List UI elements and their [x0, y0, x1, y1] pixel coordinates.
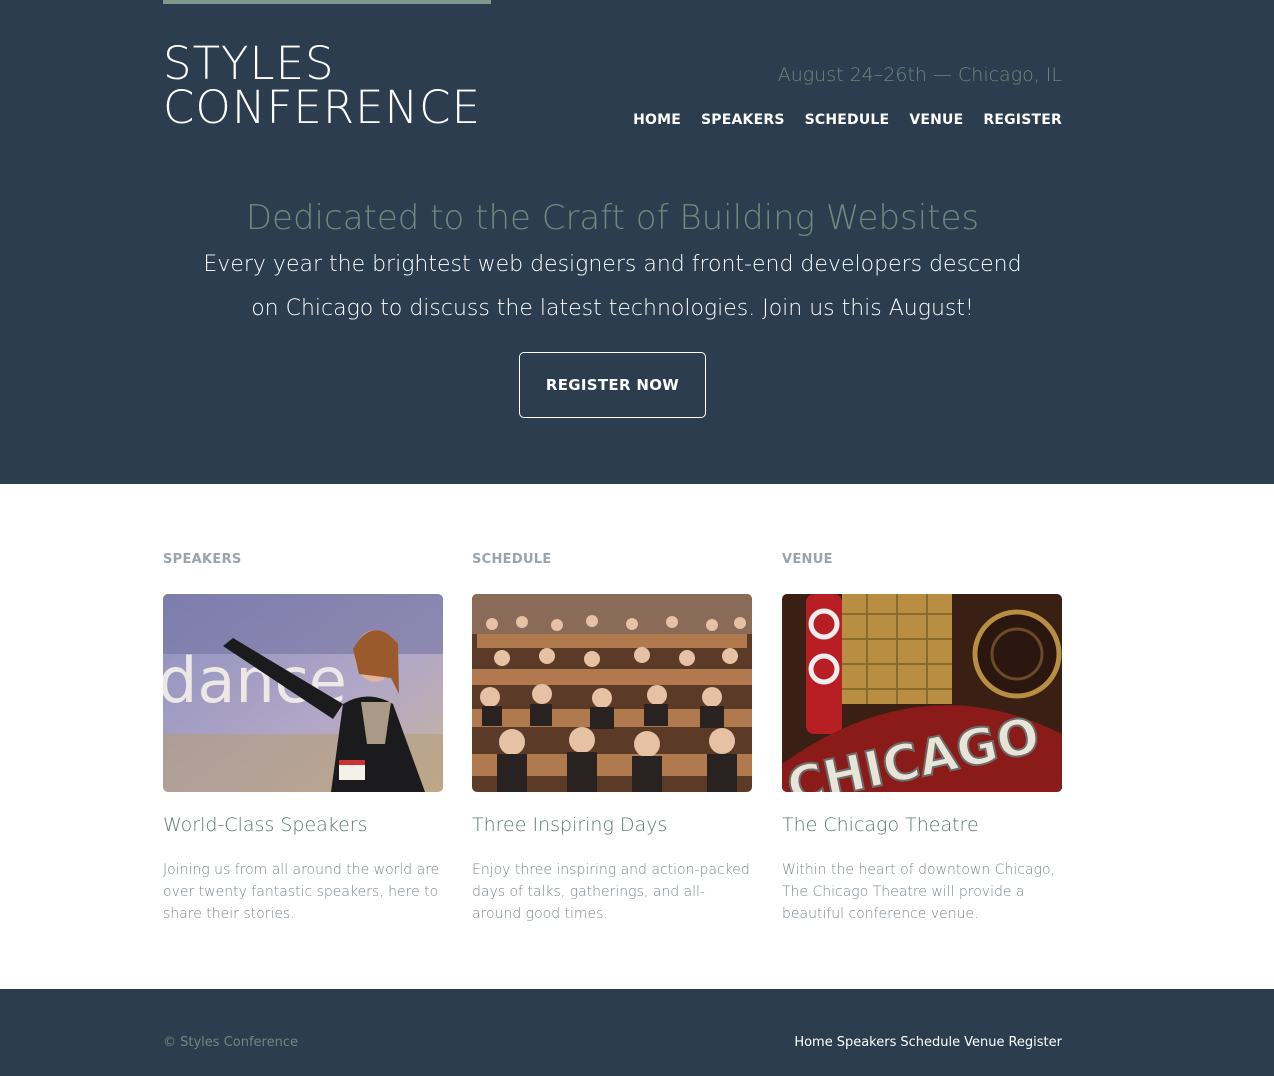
- primary-nav: HOME SPEAKERS SCHEDULE VENUE REGISTER: [633, 112, 1062, 128]
- audience-photo-image: [472, 594, 752, 792]
- card-label: VENUE: [782, 552, 833, 567]
- nav-home[interactable]: HOME: [633, 112, 681, 128]
- theatre-photo[interactable]: CHICAGO: [782, 594, 1062, 792]
- site-footer: © Styles Conference Home Speakers Schedu…: [0, 989, 1274, 1076]
- speaker-photo[interactable]: dance: [163, 594, 443, 792]
- event-tagline: August 24–26th — Chicago, IL: [777, 64, 1062, 86]
- venue-card: VENUE CHICAGO The Chicago Theatre Within…: [782, 552, 1062, 922]
- card-description: Joining us from all around the world are…: [163, 862, 440, 922]
- card-description: Within the heart of downtown Chicago, Th…: [782, 862, 1055, 922]
- audience-photo[interactable]: [472, 594, 752, 792]
- nav-venue[interactable]: VENUE: [909, 112, 963, 128]
- footer-nav: Home Speakers Schedule Venue Register: [794, 1035, 1062, 1050]
- footer-nav-speakers[interactable]: Speakers: [837, 1035, 897, 1050]
- nav-register[interactable]: REGISTER: [983, 112, 1062, 128]
- site-logo[interactable]: STYLES CONFERENCE: [163, 37, 503, 134]
- theatre-photo-image: CHICAGO: [782, 594, 1062, 792]
- speakers-card: SPEAKERS dance World-Class Speakers Join…: [163, 552, 443, 922]
- footer-nav-venue[interactable]: Venue: [964, 1035, 1004, 1050]
- site-header: STYLES CONFERENCE August 24–26th — Chica…: [0, 0, 1274, 484]
- card-title[interactable]: World-Class Speakers: [163, 814, 443, 836]
- card-label: SCHEDULE: [472, 552, 552, 567]
- card-label: SPEAKERS: [163, 552, 242, 567]
- footer-nav-home[interactable]: Home: [794, 1035, 832, 1050]
- copyright-text: © Styles Conference: [163, 1035, 298, 1050]
- accent-bar: [163, 0, 491, 4]
- logo-line-2: CONFERENCE: [163, 81, 482, 134]
- register-now-button[interactable]: REGISTER NOW: [519, 352, 706, 418]
- card-title[interactable]: The Chicago Theatre: [782, 814, 1062, 836]
- hero-description: Every year the brightest web designers a…: [203, 252, 1022, 321]
- card-description: Enjoy three inspiring and action-packed …: [472, 862, 750, 922]
- footer-nav-schedule[interactable]: Schedule: [900, 1035, 960, 1050]
- card-title[interactable]: Three Inspiring Days: [472, 814, 752, 836]
- logo-line-1: STYLES: [163, 37, 335, 90]
- footer-nav-register[interactable]: Register: [1008, 1035, 1062, 1050]
- nav-schedule[interactable]: SCHEDULE: [805, 112, 890, 128]
- nav-speakers[interactable]: SPEAKERS: [701, 112, 785, 128]
- hero-title: Dedicated to the Craft of Building Websi…: [245, 198, 980, 238]
- speaker-photo-image: dance: [163, 594, 443, 792]
- schedule-card: SCHEDULE Three Inspiring Days Enjoy thre…: [472, 552, 752, 922]
